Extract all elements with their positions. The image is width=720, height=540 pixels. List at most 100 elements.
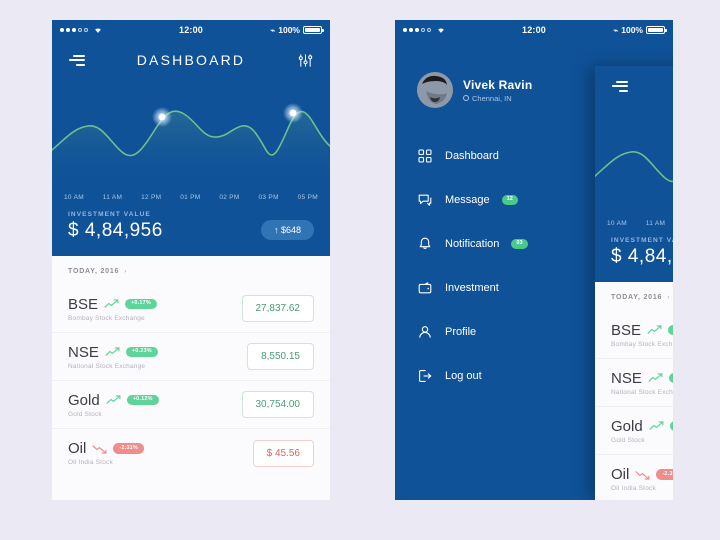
stock-info: NSE +0.23% National Stock Exchange (68, 344, 158, 370)
stock-title-line: Gold +0.12% (611, 418, 673, 435)
list-header-label: TODAY, 2016 (68, 268, 120, 275)
trend-up-icon (648, 373, 663, 382)
stock-subtitle: Bombay Stock Exchange (68, 314, 145, 322)
chevron-right-icon: › (667, 294, 671, 301)
trend-down-icon (92, 444, 107, 454)
list-header[interactable]: TODAY, 2016 › (52, 256, 330, 285)
table-row[interactable]: Gold +0.12% Gold Stock 30,754.00 (52, 381, 330, 429)
chart-axis-labels: 10 AM 11 AM 12 PM 01 PM 02 PM 03 PM 05 P… (52, 190, 330, 201)
peek-content: 10 AM 11 AM 12 PM 01 PM 02 PM 03 PM 05 P… (595, 66, 673, 500)
stock-value[interactable]: 8,550.15 (247, 343, 314, 370)
axis-tick: 10 AM (64, 194, 84, 201)
axis-tick: 10 AM (607, 220, 627, 227)
peek-stock-list-panel: TODAY, 2016 › BSE +0.17% (595, 282, 673, 500)
trend-down-icon (635, 470, 650, 480)
stock-symbol: BSE (68, 295, 99, 313)
list-header[interactable]: TODAY, 2016 › (595, 282, 673, 311)
hamburger-icon[interactable] (66, 49, 88, 71)
table-row[interactable]: NSE +0.23% National Stock Exchange 8,550… (595, 359, 673, 407)
phone-menu-screen: 12:00 ⌁ 100% Vivek Ravin Chennai, IN Das… (395, 20, 673, 500)
dashboard-navbar: DASHBOARD (52, 40, 330, 80)
stock-symbol: Gold (611, 417, 643, 435)
investment-summary: INVESTMENT VALUE $ 4,84,956 ↑ $648 (52, 201, 330, 256)
stock-title-line: BSE +0.17% (611, 322, 673, 339)
investment-change-chip[interactable]: ↑ $648 (260, 220, 314, 240)
axis-tick: 05 PM (297, 194, 318, 201)
phone-dashboard-screen: 12:00 ⌁ 100% DASHBOARD 10 AM 11 AM 12 PM… (52, 20, 330, 500)
status-badge: +0.12% (126, 394, 159, 406)
trend-up-icon (649, 421, 664, 430)
stock-value[interactable]: $ 45.56 (252, 439, 314, 467)
sidebar-item-label: Log out (445, 370, 482, 382)
stock-title-line: NSE +0.23% (611, 370, 673, 387)
bell-icon (417, 236, 433, 252)
stock-title-line: Oil -2.31% (611, 466, 673, 483)
stock-value[interactable]: 27,837.62 (241, 295, 314, 322)
user-icon (417, 324, 433, 340)
stock-subtitle: National Stock Exchange (68, 362, 146, 370)
mockup-stage: 12:00 ⌁ 100% DASHBOARD 10 AM 11 AM 12 PM… (0, 0, 720, 540)
table-row[interactable]: BSE +0.17% Bombay Stock Exchange 27,837.… (595, 311, 673, 359)
stock-info: Gold +0.12% Gold Stock (68, 392, 159, 418)
status-badge: -2.31% (656, 469, 673, 480)
table-row[interactable]: Gold +0.12% Gold Stock 30,754.00 (595, 407, 673, 455)
stock-info: BSE +0.17% Bombay Stock Exchange (68, 295, 158, 322)
table-row[interactable]: BSE +0.17% Bombay Stock Exchange 27,837.… (52, 285, 330, 333)
stock-info: NSE +0.23% National Stock Exchange (611, 370, 673, 396)
stock-subtitle: Gold Stock (611, 436, 645, 444)
stock-symbol: NSE (68, 343, 99, 361)
bluetooth-icon: ⌁ (613, 25, 619, 35)
investment-value: $ 4,84,956 (611, 246, 673, 267)
status-badge: +0.23% (668, 372, 673, 384)
hamburger-icon[interactable] (609, 75, 631, 97)
peek-dashboard-panel[interactable]: 10 AM 11 AM 12 PM 01 PM 02 PM 03 PM 05 P… (595, 66, 673, 500)
stock-subtitle: Gold Stock (68, 410, 102, 418)
peek-navbar (595, 66, 673, 106)
peek-line-chart (595, 106, 673, 216)
stock-title-line: Oil -2.31% (68, 440, 144, 457)
status-badge: +0.17% (668, 324, 673, 336)
table-row[interactable]: Oil -2.31% Oil India Stock $ 45.56 (595, 455, 673, 500)
stock-subtitle: Oil India Stock (611, 485, 656, 492)
stock-symbol: Gold (68, 391, 100, 409)
avatar (417, 72, 453, 108)
trend-up-icon (647, 325, 662, 334)
axis-tick: 03 PM (258, 194, 279, 201)
bluetooth-icon: ⌁ (270, 25, 276, 35)
stock-info: Oil -2.31% Oil India Stock (611, 466, 673, 492)
axis-tick: 02 PM (219, 194, 240, 201)
status-time: 12:00 (178, 25, 204, 35)
stock-value[interactable]: 30,754.00 (241, 391, 314, 418)
axis-tick: 11 AM (102, 194, 123, 201)
message-icon (417, 192, 433, 208)
stock-subtitle: Bombay Stock Exchange (611, 340, 673, 348)
logout-icon (417, 368, 433, 384)
axis-tick: 12 PM (141, 194, 162, 201)
investment-line-chart (52, 80, 330, 190)
investment-label: INVESTMENT VALUE (611, 237, 673, 244)
stock-title-line: BSE +0.17% (68, 295, 158, 313)
status-badge: +0.23% (125, 346, 158, 358)
trend-up-icon (104, 299, 119, 308)
stock-symbol: NSE (611, 369, 642, 387)
notification-count-badge: 03 (511, 238, 528, 250)
stock-title-line: Gold +0.12% (68, 392, 159, 409)
sidebar-item-label: Dashboard (445, 150, 499, 162)
table-row[interactable]: Oil -2.31% Oil India Stock $ 45.56 (52, 429, 330, 477)
table-row[interactable]: NSE +0.23% National Stock Exchange 8,550… (52, 333, 330, 381)
sidebar-item-label: Profile (445, 326, 477, 338)
stock-symbol: Oil (611, 466, 630, 483)
peek-chart-axis-labels: 10 AM 11 AM 12 PM 01 PM 02 PM 03 PM 05 P… (595, 216, 673, 227)
profile-name: Vivek Ravin (463, 77, 533, 92)
battery-icon (303, 26, 324, 34)
grid-icon (417, 148, 433, 164)
list-header-label: TODAY, 2016 (611, 294, 663, 301)
stock-info: Oil -2.31% Oil India Stock (68, 440, 144, 466)
sidebar-item-label: Investment (445, 282, 499, 294)
profile-location-label: Chennai, IN (472, 93, 512, 103)
sliders-icon[interactable] (294, 49, 316, 71)
chevron-right-icon: › (124, 268, 128, 275)
stock-symbol: Oil (68, 440, 87, 457)
trend-up-icon (106, 395, 121, 404)
stock-symbol: BSE (611, 321, 642, 339)
